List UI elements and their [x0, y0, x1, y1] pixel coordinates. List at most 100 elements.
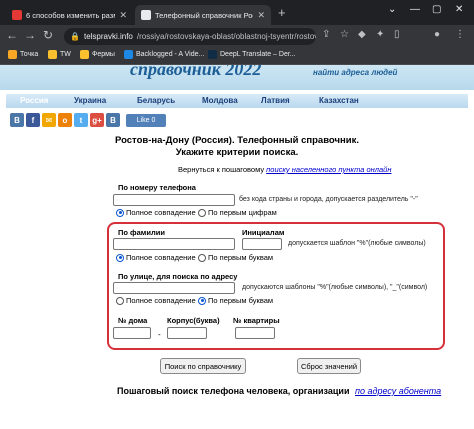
- radio-icon: [116, 296, 124, 305]
- folder-icon: [80, 50, 89, 59]
- house-input[interactable]: [113, 327, 151, 339]
- banner-title: справочник 2022: [130, 65, 262, 79]
- surname-label: По фамилии: [118, 228, 165, 237]
- page-title: Ростов-на-Дону (Россия). Телефонный спра…: [114, 135, 359, 146]
- phone-input[interactable]: [113, 194, 235, 206]
- back-icon[interactable]: ←: [6, 28, 18, 42]
- surname-exact-radio[interactable]: Полное совпадение: [116, 253, 196, 262]
- phone-label: По номеру телефона: [118, 183, 196, 192]
- phone-exact-radio[interactable]: Полное совпадение: [116, 208, 196, 217]
- bookmarks-bar: Точка TW Фермы Backlogged - A Vide... De…: [0, 48, 474, 65]
- extension-icon[interactable]: ◆: [358, 29, 366, 40]
- bookmark-label: Фермы: [92, 51, 115, 58]
- share-icon[interactable]: ⇪: [322, 29, 330, 40]
- close-icon[interactable]: ✕: [119, 10, 127, 21]
- bookmark-deepl[interactable]: DeepL Translate – Der...: [208, 50, 296, 59]
- chevron-down-icon[interactable]: ⌄: [388, 4, 396, 15]
- street-note: допускаются шаблоны "%"(любые символы), …: [242, 284, 428, 291]
- bookmark-label: DeepL Translate – Der...: [220, 51, 296, 58]
- puzzle-icon[interactable]: ✦: [376, 29, 384, 40]
- bookmark-tw[interactable]: TW: [48, 50, 71, 59]
- radio-label: По первым буквам: [208, 253, 274, 262]
- step-search-line: Вернуться к пошаговому поиску населенног…: [178, 165, 391, 174]
- search-button[interactable]: Поиск по справочнику: [160, 358, 246, 374]
- step-search-link[interactable]: поиску населенного пункта онлайн: [266, 165, 391, 174]
- surname-prefix-radio[interactable]: По первым буквам: [198, 253, 273, 262]
- minimize-icon[interactable]: —: [410, 4, 420, 15]
- phone-note: без кода страны и города, допускается ра…: [239, 196, 418, 203]
- avatar[interactable]: ●: [434, 29, 440, 40]
- site-banner: справочник 2022 найти адреса людей: [0, 65, 474, 90]
- radio-icon: [198, 253, 206, 262]
- bookmark-label: TW: [60, 51, 71, 58]
- forward-icon[interactable]: →: [24, 28, 36, 42]
- country-russia[interactable]: Россия: [20, 96, 48, 105]
- building-input[interactable]: [167, 327, 207, 339]
- close-icon[interactable]: ✕: [257, 10, 265, 21]
- country-latvia[interactable]: Латвия: [261, 96, 290, 105]
- twitter-icon[interactable]: t: [74, 113, 88, 127]
- bookmark-tochka[interactable]: Точка: [8, 50, 38, 59]
- vk-icon[interactable]: В: [106, 113, 120, 127]
- street-prefix-radio[interactable]: По первым буквам: [198, 296, 273, 305]
- phone-prefix-radio[interactable]: По первым цифрам: [198, 208, 277, 217]
- apartment-input[interactable]: [235, 327, 275, 339]
- country-nav: Россия Украина Беларусь Молдова Латвия К…: [6, 94, 468, 108]
- menu-icon[interactable]: ⋮: [455, 29, 465, 40]
- browser-tab-bar: 6 способов изменить размер ф ✕ Телефонны…: [0, 0, 474, 25]
- radio-label: Полное совпадение: [126, 208, 196, 217]
- google-plus-icon[interactable]: g+: [90, 113, 104, 127]
- window-close-icon[interactable]: ✕: [455, 4, 463, 15]
- house-label: № дома: [118, 316, 148, 325]
- like-button[interactable]: Like 0: [126, 113, 166, 127]
- tab1-title: 6 способов изменить размер ф: [26, 10, 115, 20]
- radio-label: По первым цифрам: [208, 208, 277, 217]
- tab-sposoby[interactable]: 6 способов изменить размер ф ✕: [6, 5, 133, 25]
- odnoklassniki-icon[interactable]: о: [58, 113, 72, 127]
- vk-icon[interactable]: В: [10, 113, 24, 127]
- reload-icon[interactable]: ↻: [43, 28, 53, 42]
- apartment-label: № квартиры: [233, 316, 280, 325]
- social-share-bar: В f ✉ о t g+ В Like 0: [10, 113, 166, 127]
- address-bar[interactable]: 🔒 telspravki.info/rossiya/rostovskaya-ob…: [64, 28, 316, 45]
- step-search-prefix: Вернуться к пошаговому: [178, 165, 265, 174]
- initials-input[interactable]: [242, 238, 282, 250]
- star-icon[interactable]: ☆: [340, 29, 349, 40]
- url-host: telspravki.info: [83, 32, 133, 41]
- sidebar-icon[interactable]: ▯: [394, 29, 400, 40]
- street-label: По улице, для поиска по адресу: [118, 272, 238, 281]
- street-input[interactable]: [113, 282, 235, 294]
- footer-address-link[interactable]: по адресу абонента: [355, 386, 441, 396]
- radio-icon: [116, 208, 124, 217]
- footer-line: Пошаговый поиск телефона человека, орган…: [117, 386, 441, 396]
- folder-icon: [48, 50, 57, 59]
- bookmark-fermy[interactable]: Фермы: [80, 50, 115, 59]
- initials-note: допускается шаблон "%"(любые символы): [288, 240, 426, 247]
- bookmark-backlogged[interactable]: Backlogged - A Vide...: [124, 50, 204, 59]
- tab2-favicon-icon: [141, 10, 151, 20]
- bookmark-icon: [208, 50, 217, 59]
- street-exact-radio[interactable]: Полное совпадение: [116, 296, 196, 305]
- facebook-icon[interactable]: f: [26, 113, 40, 127]
- country-moldova[interactable]: Молдова: [202, 96, 238, 105]
- url-path: /rossiya/rostovskaya-oblast/oblastnoj-ts…: [136, 32, 316, 41]
- initials-label: Инициалам: [242, 228, 285, 237]
- mail-icon[interactable]: ✉: [42, 113, 56, 127]
- tab-telspravki[interactable]: Телефонный справочник Росто ✕: [135, 5, 271, 25]
- bookmark-icon: [124, 50, 133, 59]
- country-kazakhstan[interactable]: Казахстан: [319, 96, 359, 105]
- bookmark-label: Точка: [20, 51, 39, 58]
- banner-slogan: найти адреса людей: [313, 68, 398, 77]
- maximize-icon[interactable]: ▢: [432, 4, 441, 15]
- footer-text: Пошаговый поиск телефона человека, орган…: [117, 386, 350, 396]
- radio-label: По первым буквам: [208, 296, 274, 305]
- bookmark-icon: [8, 50, 17, 59]
- radio-icon: [116, 253, 124, 262]
- tab1-favicon-icon: [12, 10, 22, 20]
- country-belarus[interactable]: Беларусь: [137, 96, 175, 105]
- lock-icon: 🔒: [70, 32, 80, 41]
- new-tab-button[interactable]: +: [278, 5, 286, 20]
- reset-button[interactable]: Сброс значений: [297, 358, 361, 374]
- country-ukraine[interactable]: Украина: [74, 96, 106, 105]
- surname-input[interactable]: [113, 238, 235, 250]
